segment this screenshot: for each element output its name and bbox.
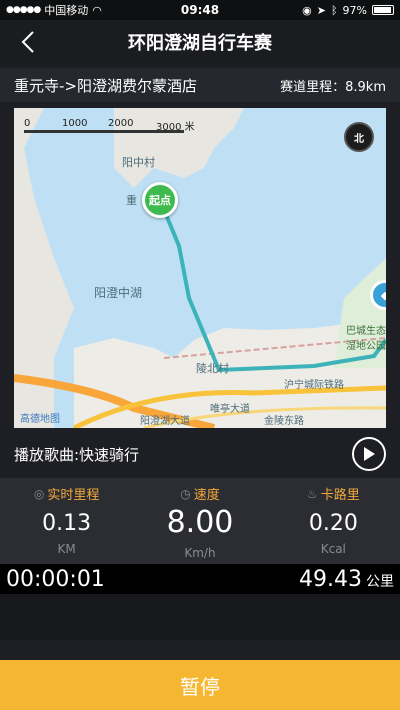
status-bar: ●●●●● 中国移动 ◠ 09:48 ◉ ➤ ᛒ 97% — [0, 0, 400, 20]
map-place-label: 陵北村 — [196, 362, 229, 375]
wifi-icon: ◠ — [92, 3, 102, 17]
nav-bar: 环阳澄湖自行车赛 — [0, 20, 400, 64]
battery-icon — [372, 5, 394, 15]
scale-label-3: 3000 米 — [156, 122, 195, 133]
stats-panel: ◎ 实时里程 0.13 KM ◷ 速度 8.00 Km/h ♨ 卡路里 0.20… — [0, 478, 400, 564]
map-place-label: 沪宁城际铁路 — [284, 380, 344, 391]
spacer-panel — [0, 594, 400, 640]
map-place-label: 巴城生态湿地公园 — [346, 326, 386, 352]
location-pin-icon: ◎ — [33, 486, 45, 501]
scale-label-0: 0 — [24, 118, 31, 129]
route-info: 重元寺->阳澄湖费尔蒙酒店 赛道里程：8.9km — [0, 68, 400, 102]
pause-button[interactable]: 暂停 — [0, 660, 400, 710]
total-distance-unit: 公里 — [366, 573, 394, 590]
stat-speed: ◷ 速度 8.00 Km/h — [133, 478, 266, 564]
stat-calories: ♨ 卡路里 0.20 Kcal — [267, 478, 400, 564]
map-place-label: 金陵东路 — [264, 416, 304, 427]
location-icon: ➤ — [316, 3, 326, 17]
status-time: 09:48 — [180, 3, 220, 17]
status-left: ●●●●● 中国移动 ◠ — [6, 2, 146, 18]
start-marker-label: 起点 — [142, 182, 178, 218]
stat-label: 卡路里 — [320, 488, 360, 503]
route-map[interactable]: 0 1000 2000 3000 米 北 阳中村 阳澄中湖 重 陵北村 巴城生态… — [14, 108, 386, 428]
map-place-label: 重 — [126, 194, 137, 207]
signal-icon: ●●●●● — [6, 5, 41, 15]
status-right: ◉ ➤ ᛒ 97% — [254, 4, 394, 17]
total-distance: 49.43 公里 — [299, 567, 394, 592]
flame-icon: ♨ — [306, 486, 318, 501]
stat-label: 实时里程 — [47, 488, 100, 503]
play-icon — [364, 447, 375, 461]
stat-value: 8.00 — [166, 505, 234, 540]
start-marker[interactable]: 起点 — [142, 182, 178, 226]
elapsed-time: 00:00:01 — [6, 566, 105, 592]
stat-unit: Km/h — [184, 546, 216, 560]
music-label: 播放歌曲:快速骑行 — [14, 445, 140, 464]
music-row: 播放歌曲:快速骑行 — [0, 434, 400, 474]
map-logo: 高德地图 — [20, 414, 60, 425]
stat-unit: KM — [57, 542, 76, 556]
map-place-label: 阳澄中湖 — [94, 286, 143, 300]
total-distance-value: 49.43 — [299, 566, 362, 592]
back-button[interactable] — [14, 28, 42, 56]
stat-value: 0.13 — [42, 511, 92, 536]
stat-value: 0.20 — [308, 511, 358, 536]
scale-label-2: 2000 — [108, 118, 134, 129]
battery-label: 97% — [342, 3, 367, 17]
scale-label-1: 1000 — [62, 118, 88, 129]
carrier-label: 中国移动 — [44, 4, 89, 17]
bluetooth-icon: ᛒ — [330, 3, 338, 17]
map-place-label: 阳中村 — [122, 156, 155, 169]
chevron-left-icon — [21, 31, 34, 53]
stat-unit: Kcal — [320, 542, 346, 556]
end-marker-icon[interactable]: ◆ — [370, 280, 386, 316]
stat-label: 速度 — [193, 488, 220, 503]
map-place-label: 阳澄湖大道 — [140, 416, 190, 427]
lock-rotation-icon: ◉ — [302, 3, 312, 17]
route-name: 重元寺->阳澄湖费尔蒙酒店 — [14, 76, 197, 95]
compass-icon[interactable]: 北 — [344, 122, 374, 152]
race-distance: 赛道里程：8.9km — [280, 79, 386, 95]
stat-distance: ◎ 实时里程 0.13 KM — [0, 478, 133, 564]
clock-icon: ◷ — [180, 486, 191, 501]
play-button[interactable] — [352, 437, 386, 471]
map-place-label: 唯亭大道 — [210, 404, 250, 415]
timer-row: 00:00:01 49.43 公里 — [0, 564, 400, 594]
page-title: 环阳澄湖自行车赛 — [128, 33, 272, 54]
